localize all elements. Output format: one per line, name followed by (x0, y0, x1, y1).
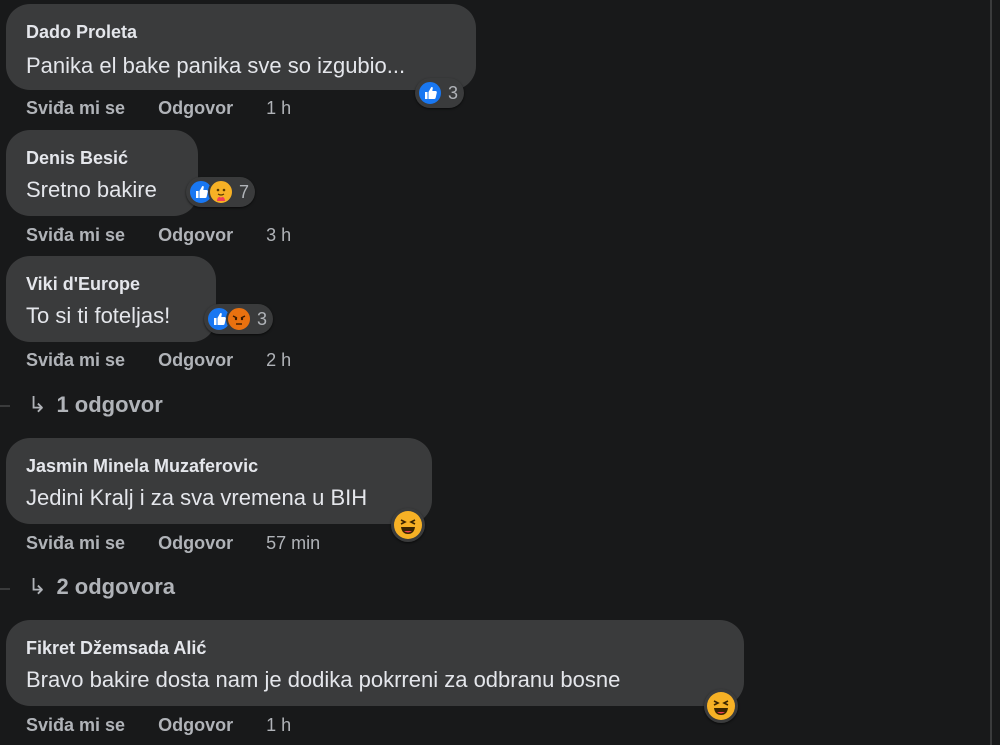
comment-bubble: Dado Proleta Panika el bake panika sve s… (6, 4, 476, 90)
thread-scroll-edge (990, 0, 992, 745)
comment-text: To si ti foteljas! (26, 303, 171, 328)
comment-actions: Sviđa mi se Odgovor 1 h (26, 715, 291, 736)
comment-bubble: Jasmin Minela Muzaferovic Jedini Kralj i… (6, 438, 432, 524)
comment-text: Bravo bakire dosta nam je dodika pokrren… (26, 667, 621, 692)
replies-count-label: 1 odgovor (56, 392, 163, 417)
comment-bubble: Viki d'Europe To si ti foteljas! (6, 256, 216, 342)
reaction-count: 7 (239, 181, 250, 202)
comment-timestamp[interactable]: 57 min (266, 533, 320, 554)
haha-icon (394, 511, 422, 539)
comment-actions: Sviđa mi se Odgovor 3 h (26, 225, 291, 246)
like-icon (417, 80, 443, 106)
like-button[interactable]: Sviđa mi se (26, 715, 125, 736)
haha-icon (707, 692, 735, 720)
reaction-count: 3 (448, 82, 459, 103)
reaction-summary[interactable]: 3 (204, 304, 274, 334)
reply-button[interactable]: Odgovor (158, 533, 233, 554)
comment-text: Panika el bake panika sve so izgubio... (26, 53, 406, 78)
reaction-summary[interactable]: 7 (186, 177, 256, 207)
reply-button[interactable]: Odgovor (158, 350, 233, 371)
comment-actions: Sviđa mi se Odgovor 2 h (26, 350, 291, 371)
comment-timestamp[interactable]: 1 h (266, 98, 291, 119)
thread-connector (0, 405, 10, 407)
reply-button[interactable]: Odgovor (158, 98, 233, 119)
comment-text: Sretno bakire (26, 177, 157, 202)
reaction-summary[interactable] (704, 689, 738, 723)
care-icon (208, 179, 234, 205)
comment-bubble: Fikret Džemsada Alić Bravo bakire dosta … (6, 620, 744, 706)
comment-actions: Sviđa mi se Odgovor 1 h (26, 98, 291, 119)
comment-timestamp[interactable]: 1 h (266, 715, 291, 736)
comment-author[interactable]: Viki d'Europe (26, 274, 140, 295)
reaction-summary[interactable]: 3 (415, 78, 465, 108)
comment-author[interactable]: Jasmin Minela Muzaferovic (26, 456, 258, 477)
comment-timestamp[interactable]: 3 h (266, 225, 291, 246)
comment-author[interactable]: Denis Besić (26, 148, 128, 169)
comment-text: Jedini Kralj i za sva vremena u BIH (26, 485, 368, 510)
comment-actions: Sviđa mi se Odgovor 57 min (26, 533, 320, 554)
comment-author[interactable]: Dado Proleta (26, 22, 137, 43)
reply-button[interactable]: Odgovor (158, 715, 233, 736)
view-replies-link[interactable]: ↳ 2 odgovora (28, 574, 175, 600)
reply-button[interactable]: Odgovor (158, 225, 233, 246)
like-button[interactable]: Sviđa mi se (26, 225, 125, 246)
reply-arrow-icon: ↳ (28, 574, 47, 599)
replies-count-label: 2 odgovora (56, 574, 176, 599)
like-button[interactable]: Sviđa mi se (26, 350, 125, 371)
reply-arrow-icon: ↳ (28, 392, 47, 417)
reaction-count: 3 (257, 308, 268, 329)
like-button[interactable]: Sviđa mi se (26, 98, 125, 119)
thread-connector (0, 588, 10, 590)
reaction-summary[interactable] (391, 508, 425, 542)
like-button[interactable]: Sviđa mi se (26, 533, 125, 554)
comment-author[interactable]: Fikret Džemsada Alić (26, 638, 206, 659)
view-replies-link[interactable]: ↳ 1 odgovor (28, 392, 163, 418)
comment-timestamp[interactable]: 2 h (266, 350, 291, 371)
angry-icon (226, 306, 252, 332)
comment-bubble: Denis Besić Sretno bakire (6, 130, 198, 216)
